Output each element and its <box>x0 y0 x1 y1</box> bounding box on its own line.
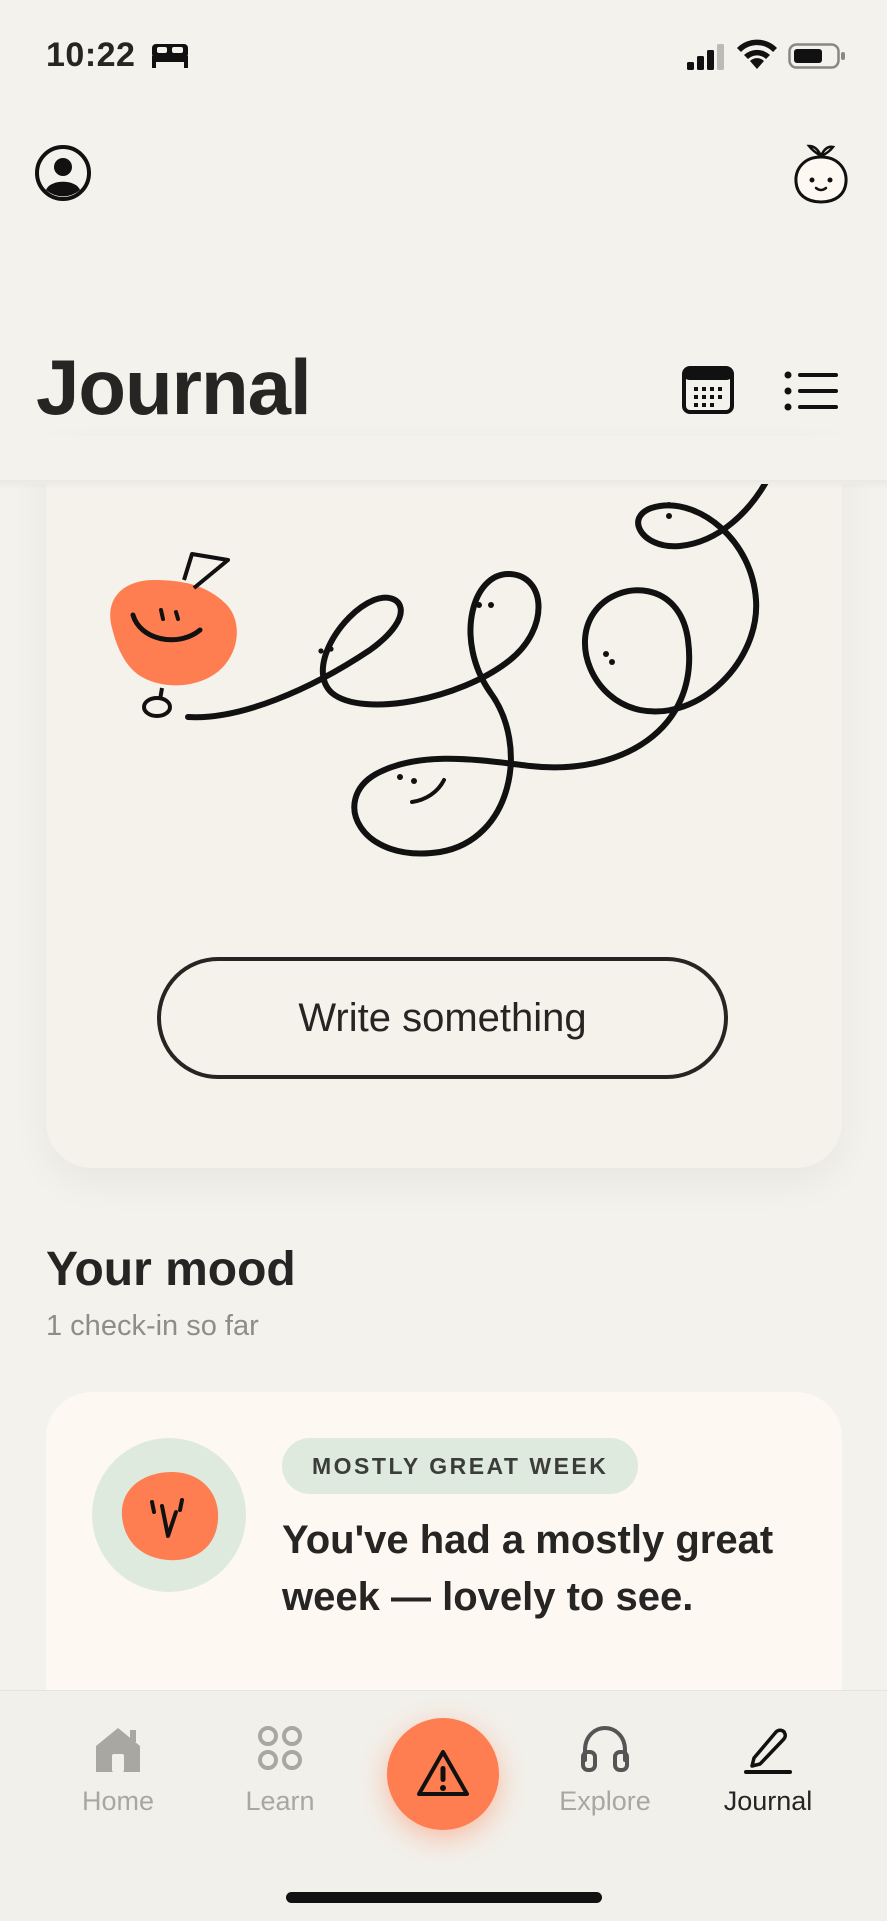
write-something-button[interactable]: Write something <box>157 957 728 1079</box>
battery-icon <box>788 43 845 69</box>
signal-icon <box>687 44 724 70</box>
alert-icon <box>417 1750 469 1796</box>
status-time: 10:22 <box>46 36 136 74</box>
pen-icon <box>744 1728 792 1774</box>
nav-home[interactable]: Home <box>48 1720 188 1840</box>
bed-icon <box>152 44 188 68</box>
profile-icon[interactable] <box>34 144 92 202</box>
bouncing-loops-illustration <box>110 480 769 857</box>
mood-checkin-count: 1 check-in so far <box>46 1310 259 1342</box>
page-title: Journal <box>36 343 312 431</box>
calendar-icon[interactable] <box>682 366 734 414</box>
nav-journal-label: Journal <box>723 1786 813 1816</box>
nav-explore-label: Explore <box>559 1786 651 1816</box>
baby-face-icon[interactable] <box>790 140 852 206</box>
nav-learn[interactable]: Learn <box>210 1720 350 1840</box>
sos-alert-button[interactable] <box>387 1718 499 1830</box>
headphones-icon <box>581 1725 629 1772</box>
mood-badge: MOSTLY GREAT WEEK <box>282 1438 639 1494</box>
nav-home-label: Home <box>81 1786 155 1816</box>
wifi-icon <box>737 39 777 69</box>
home-indicator <box>286 1892 602 1903</box>
header-band <box>0 436 887 484</box>
mood-message: You've had a mostly great week — lovely … <box>282 1518 774 1619</box>
header-divider <box>0 480 887 490</box>
nav-learn-label: Learn <box>245 1786 315 1816</box>
list-icon[interactable] <box>784 370 838 412</box>
nav-journal[interactable]: Journal <box>698 1720 838 1840</box>
nav-explore[interactable]: Explore <box>535 1720 675 1840</box>
home-icon <box>96 1728 140 1772</box>
grid-icon <box>258 1726 302 1770</box>
happy-mood-icon <box>92 1438 246 1592</box>
mood-section-title: Your mood <box>46 1243 296 1296</box>
